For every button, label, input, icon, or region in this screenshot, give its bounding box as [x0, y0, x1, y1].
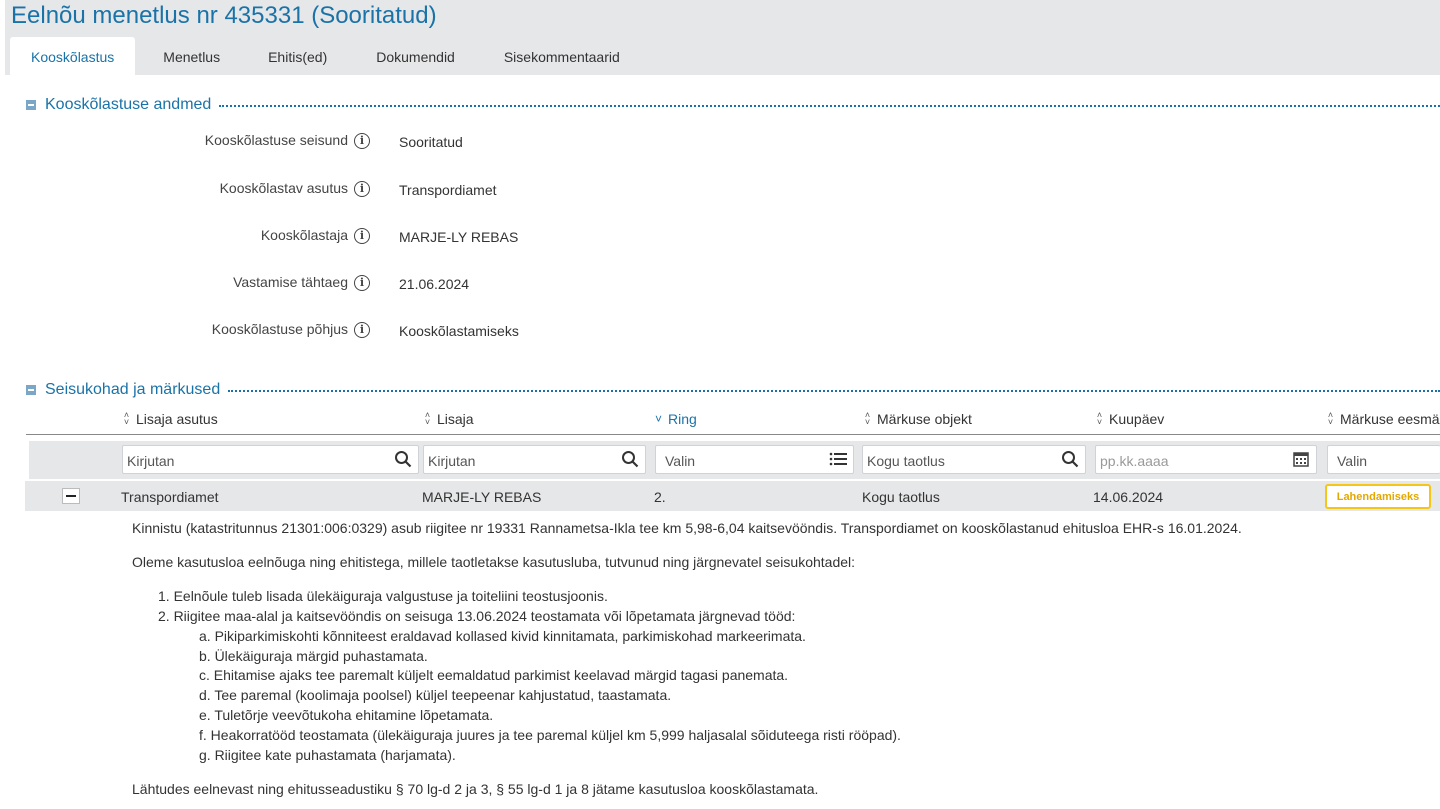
field-value: 21.06.2024: [399, 276, 470, 292]
info-icon[interactable]: i: [354, 133, 370, 149]
comment-sublist-item: g. Riigitee kate puhastamata (harjamata)…: [199, 747, 456, 763]
tab-dokumendid[interactable]: Dokumendid: [351, 37, 479, 75]
status-badge: Lahendamiseks: [1325, 484, 1431, 509]
list-icon[interactable]: [829, 450, 847, 468]
field-kooskolastaja: Kooskõlastaja i MARJE-LY REBAS: [0, 224, 900, 248]
search-icon[interactable]: [621, 450, 639, 468]
page-title: Eelnõu menetlus nr 435331 (Sooritatud): [11, 2, 437, 29]
dotted-divider: [219, 105, 1440, 107]
sort-icon: ˄ ˅: [1096, 410, 1103, 427]
cell-kuupaev: 14.06.2024: [1093, 489, 1164, 505]
info-icon[interactable]: i: [354, 228, 370, 244]
comment-sublist-item: a. Pikiparkimiskohti kõnniteest eraldava…: [199, 628, 806, 644]
filter-date-kuupaev[interactable]: pp.kk.aaaa: [1095, 445, 1317, 474]
filter-input-asutus[interactable]: Kirjutan: [122, 445, 419, 474]
column-header-ring[interactable]: ˅ Ring: [654, 411, 697, 427]
comment-paragraph: Lähtudes eelnevast ning ehitusseadustiku…: [132, 781, 819, 797]
collapse-icon[interactable]: [26, 385, 36, 395]
column-header-lisaja[interactable]: ˄ ˅ Lisaja: [423, 410, 474, 428]
tab-menetlus[interactable]: Menetlus: [135, 37, 244, 75]
column-header-lisaja-asutus[interactable]: ˄ ˅ Lisaja asutus: [122, 410, 218, 428]
collapse-icon[interactable]: [26, 100, 36, 110]
field-value: MARJE-LY REBAS: [399, 229, 519, 245]
search-icon[interactable]: [394, 450, 412, 468]
header-divider: [26, 434, 1440, 435]
field-label: Kooskõlastuse seisund: [204, 132, 348, 148]
comment-paragraph: Kinnistu (katastritunnus 21301:006:0329)…: [132, 520, 1242, 536]
calendar-icon[interactable]: [1292, 450, 1310, 468]
header-bar: Eelnõu menetlus nr 435331 (Sooritatud) K…: [0, 0, 1440, 75]
filter-select-ring[interactable]: Valin: [655, 445, 854, 474]
comment-sublist-item: d. Tee paremal (koolimaja poolsel) külje…: [199, 687, 672, 703]
sort-icon: ˄ ˅: [123, 410, 130, 427]
tab-ehitised[interactable]: Ehitis(ed): [244, 37, 351, 75]
field-seisund: Kooskõlastuse seisund i Sooritatud: [0, 129, 900, 153]
column-header-markuse-eesmark[interactable]: ˄ ˅ Märkuse eesmä: [1326, 410, 1440, 428]
section-title: Seisukohad ja märkused: [45, 381, 221, 398]
info-icon[interactable]: i: [354, 322, 370, 338]
comment-sublist-item: c. Ehitamise ajaks tee paremalt küljelt …: [199, 667, 789, 683]
search-icon[interactable]: [1061, 450, 1079, 468]
cell-objekt: Kogu taotlus: [862, 489, 940, 505]
tab-kooskolastus[interactable]: Kooskõlastus: [10, 37, 136, 75]
filter-input-objekt[interactable]: Kogu taotlus: [862, 445, 1086, 474]
tab-bar: Kooskõlastus Menetlus Ehitis(ed) Dokumen…: [10, 37, 644, 75]
comment-sublist-item: e. Tuletõrje veevõtukoha ehitamine lõpet…: [199, 707, 494, 723]
chevron-down-icon: ˅: [654, 412, 662, 426]
filter-select-eesmark[interactable]: Valin: [1327, 445, 1440, 474]
section-header-andmed: Kooskõlastuse andmed: [26, 95, 1440, 115]
cell-asutus: Transpordiamet: [121, 489, 219, 505]
sort-icon: ˄ ˅: [424, 410, 431, 427]
field-label: Kooskõlastav asutus: [219, 180, 348, 196]
field-label: Kooskõlastaja: [260, 227, 348, 243]
column-header-kuupaev[interactable]: ˄ ˅ Kuupäev: [1095, 410, 1164, 428]
cell-lisaja: MARJE-LY REBAS: [422, 489, 542, 505]
field-pohjus: Kooskõlastuse põhjus i Kooskõlastamiseks: [0, 318, 900, 342]
tab-sisekommentaarid[interactable]: Sisekommentaarid: [479, 37, 644, 75]
comment-sublist-item: b. Ülekäiguraja märgid puhastamata.: [199, 648, 428, 664]
sort-icon: ˄ ˅: [864, 410, 871, 427]
field-asutus: Kooskõlastav asutus i Transpordiamet: [0, 177, 900, 201]
field-label: Vastamise tähtaeg: [233, 274, 348, 290]
field-value: Sooritatud: [399, 134, 463, 150]
info-icon[interactable]: i: [354, 275, 370, 291]
cell-ring: 2.: [654, 489, 666, 505]
info-icon[interactable]: i: [354, 181, 370, 197]
column-header-markuse-objekt[interactable]: ˄ ˅ Märkuse objekt: [863, 410, 972, 428]
table-row[interactable]: [25, 481, 1440, 511]
comment-list-item: 2. Riigitee maa-alal ja kaitsevööndis on…: [158, 608, 796, 624]
filter-input-lisaja[interactable]: Kirjutan: [423, 445, 646, 474]
field-label: Kooskõlastuse põhjus: [211, 321, 348, 337]
comment-list-item: 1. Eelnõule tuleb lisada ülekäiguraja va…: [158, 588, 608, 604]
collapse-row-icon[interactable]: [62, 488, 80, 504]
field-value: Kooskõlastamiseks: [399, 323, 519, 339]
comment-paragraph: Oleme kasutusloa eelnõuga ning ehitisteg…: [132, 554, 856, 570]
sort-icon: ˄ ˅: [1327, 410, 1334, 427]
field-value: Transpordiamet: [399, 182, 497, 198]
section-title: Kooskõlastuse andmed: [45, 96, 212, 113]
field-tahtaeg: Vastamise tähtaeg i 21.06.2024: [0, 271, 900, 295]
section-header-seisukohad: Seisukohad ja märkused: [26, 380, 1440, 400]
comment-sublist-item: f. Heakorratööd teostamata (ülekäiguraja…: [199, 727, 901, 743]
dotted-divider: [228, 390, 1440, 392]
